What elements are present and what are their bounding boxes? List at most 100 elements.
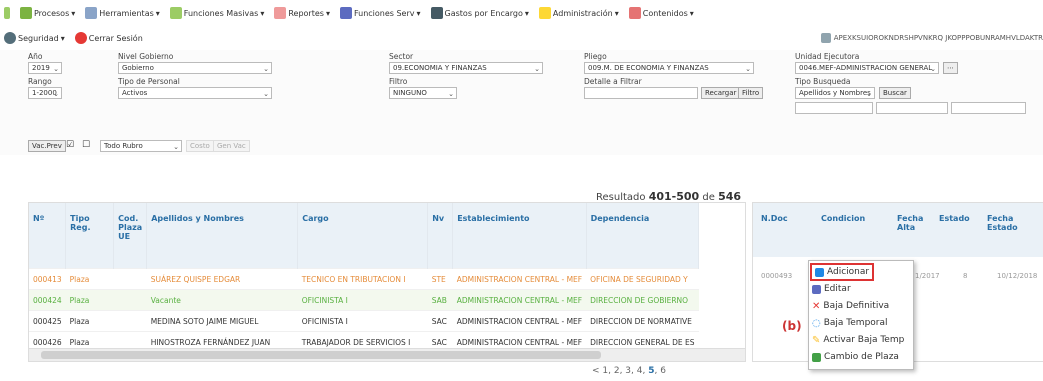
menu-gastos-encargo[interactable]: Gastos por Encargo ▾ (430, 7, 529, 19)
costo-button[interactable]: Costo (186, 140, 214, 152)
cell-ndoc: 0000493 (761, 272, 793, 280)
anio-label: Año (28, 52, 43, 61)
menu-item-baja-temporal[interactable]: ◌ Baja Temporal (812, 316, 888, 330)
context-menu: Adicionar Editar ✕ Baja Definitiva ◌ Baja … (808, 260, 914, 370)
back-icon[interactable] (4, 7, 10, 19)
scrollbar-thumb[interactable] (41, 351, 601, 359)
col-apellidos[interactable]: Apellidos y Nombres (146, 203, 299, 269)
col-fecha-alta[interactable]: Fecha Alta (897, 214, 925, 232)
col-establecimiento[interactable]: Establecimiento (452, 203, 587, 269)
user-info: APEXKSUIOROKNDRSHPVNKRQ JKOPPPOBUNRAMHVL… (820, 27, 1043, 49)
checkbox-icon[interactable]: ☑ (66, 140, 74, 150)
chevron-down-icon: ⌄ (53, 90, 59, 98)
menu-procesos[interactable]: Procesos ▾ (20, 7, 75, 19)
more-icon: ⋯ (947, 64, 954, 72)
chevron-down-icon: ⌄ (745, 65, 751, 73)
col-condicion[interactable]: Condicion (821, 214, 865, 223)
admin-icon (538, 7, 551, 19)
tipo-personal-select[interactable]: Activos ⌄ (118, 87, 272, 99)
results-table: Nº Tipo Reg. Cod. Plaza UE Apellidos y N… (28, 202, 746, 362)
col-tipo-reg[interactable]: Tipo Reg. (65, 203, 115, 269)
filtro-label: Filtro (389, 77, 408, 86)
col-ndoc[interactable]: N.Doc (761, 214, 788, 223)
temporary-icon: ◌ (812, 317, 821, 329)
checkbox-empty-icon[interactable]: ☐ (82, 140, 90, 150)
add-icon (815, 267, 824, 277)
detalle-label: Detalle a Filtrar (584, 77, 642, 86)
pagination[interactable]: < 1, 2, 3, 4, 5, 6 (592, 366, 666, 376)
tools-icon (85, 7, 98, 19)
menu-item-editar[interactable]: Editar (812, 282, 851, 296)
top-menubar: Procesos ▾ Herramientas ▾ Funciones Masiva… (0, 0, 1043, 26)
chevron-down-icon: ⌄ (263, 90, 269, 98)
detalle-input[interactable] (584, 87, 698, 99)
table-row[interactable]: 000424 Plaza Vacante OFICINISTA I SAB ADMINIS… (29, 289, 699, 311)
rango-select[interactable]: 1-2000 ⌄ (28, 87, 62, 99)
menu-item-activar-baja-temp[interactable]: ✎ Activar Baja Temp (812, 333, 904, 347)
menu-item-cambio-plaza[interactable]: Cambio de Plaza (812, 350, 899, 364)
menu-herramientas[interactable]: Herramientas ▾ (85, 7, 160, 19)
mass-functions-icon (169, 7, 182, 19)
unidad-select[interactable]: 0046.MEF-ADMINISTRACION GENERAL ⌄ (795, 62, 939, 74)
cell-fecha-alta: 1/2017 (915, 272, 940, 280)
expenses-icon (430, 7, 443, 19)
col-estado[interactable]: Estado (939, 214, 970, 223)
table-header-row: Nº Tipo Reg. Cod. Plaza UE Apellidos y N… (29, 203, 700, 269)
col-cargo[interactable]: Cargo (297, 203, 429, 269)
menu-funciones-serv[interactable]: Funciones Serv ▾ (339, 7, 421, 19)
right-header: N.Doc Condicion Fecha Alta Estado Fecha … (753, 203, 1043, 257)
service-functions-icon (339, 7, 352, 19)
horizontal-scrollbar[interactable] (29, 348, 745, 361)
rubro-select[interactable]: Todo Rubro ⌄ (100, 140, 182, 152)
chevron-down-icon: ⌄ (866, 90, 872, 98)
menu-reportes[interactable]: Reportes ▾ (274, 7, 330, 19)
sector-label: Sector (389, 52, 414, 61)
menu-funciones-masivas[interactable]: Funciones Masivas ▾ (169, 7, 264, 19)
search-input-2[interactable] (876, 102, 948, 114)
tipo-busqueda-label: Tipo Busqueda (795, 77, 851, 86)
nivel-select[interactable]: Gobierno ⌄ (118, 62, 272, 74)
filtro-button[interactable]: Filtro (738, 87, 764, 99)
reports-icon (274, 7, 287, 19)
cell-estado: 8 (963, 272, 968, 280)
chevron-down-icon: ⌄ (534, 65, 540, 73)
activate-icon: ✎ (812, 334, 821, 346)
menu-seguridad[interactable]: Seguridad ▾ (4, 32, 65, 44)
cell-fecha-estado: 10/12/2018 (997, 272, 1038, 280)
pliego-label: Pliego (584, 52, 607, 61)
menu-item-baja-definitiva[interactable]: ✕ Baja Definitiva (812, 299, 889, 313)
unidad-label: Unidad Ejecutora (795, 52, 860, 61)
pliego-select[interactable]: 009.M. DE ECONOMIA Y FINANZAS ⌄ (584, 62, 754, 74)
chevron-down-icon: ⌄ (448, 90, 454, 98)
col-dependencia[interactable]: Dependencia (586, 203, 700, 269)
annotation-label: (b) (782, 319, 802, 333)
table-row[interactable]: 000413 Plaza SUÁREZ QUISPE EDGAR TECNICO EN… (29, 268, 699, 290)
menu-item-adicionar[interactable]: Adicionar (810, 263, 875, 281)
tipo-busqueda-select[interactable]: Apellidos y Nombres ⌄ (795, 87, 875, 99)
processes-icon (20, 7, 32, 19)
recargar-button[interactable]: Recargar (701, 87, 741, 99)
col-cod-plaza[interactable]: Cod. Plaza UE (113, 203, 148, 269)
sector-select[interactable]: 09.ECONOMIA Y FINANZAS ⌄ (389, 62, 543, 74)
menu-contenidos[interactable]: Contenidos ▾ (628, 7, 694, 19)
gen-vac-button[interactable]: Gen Vac (213, 140, 250, 152)
nivel-label: Nivel Gobierno (118, 52, 174, 61)
chevron-down-icon: ⌄ (173, 143, 179, 151)
menu-administracion[interactable]: Administración ▾ (538, 7, 619, 19)
tipo-personal-label: Tipo de Personal (118, 77, 180, 86)
search-input-1[interactable] (795, 102, 873, 114)
table-row[interactable]: 000425 Plaza MEDINA SOTO JAIME MIGUEL OFICI… (29, 310, 699, 332)
unidad-dots-button[interactable]: ⋯ (943, 62, 958, 74)
filter-panel: Año 2019 ⌄ Rango 1-2000 ⌄ Nivel Gobierno G… (0, 50, 1043, 155)
logout-button[interactable]: Cerrar Sesión (74, 32, 143, 44)
filtro-select[interactable]: NINGUNO ⌄ (389, 87, 457, 99)
search-input-3[interactable] (951, 102, 1026, 114)
col-num[interactable]: Nº (29, 203, 67, 269)
close-icon (74, 32, 87, 44)
change-icon (812, 352, 821, 362)
col-nv[interactable]: Nv (427, 203, 454, 269)
vacprev-button[interactable]: Vac.Prev (28, 140, 66, 152)
anio-select[interactable]: 2019 ⌄ (28, 62, 62, 74)
col-fecha-estado[interactable]: Fecha Estado (987, 214, 1018, 232)
buscar-button[interactable]: Buscar (879, 87, 911, 99)
